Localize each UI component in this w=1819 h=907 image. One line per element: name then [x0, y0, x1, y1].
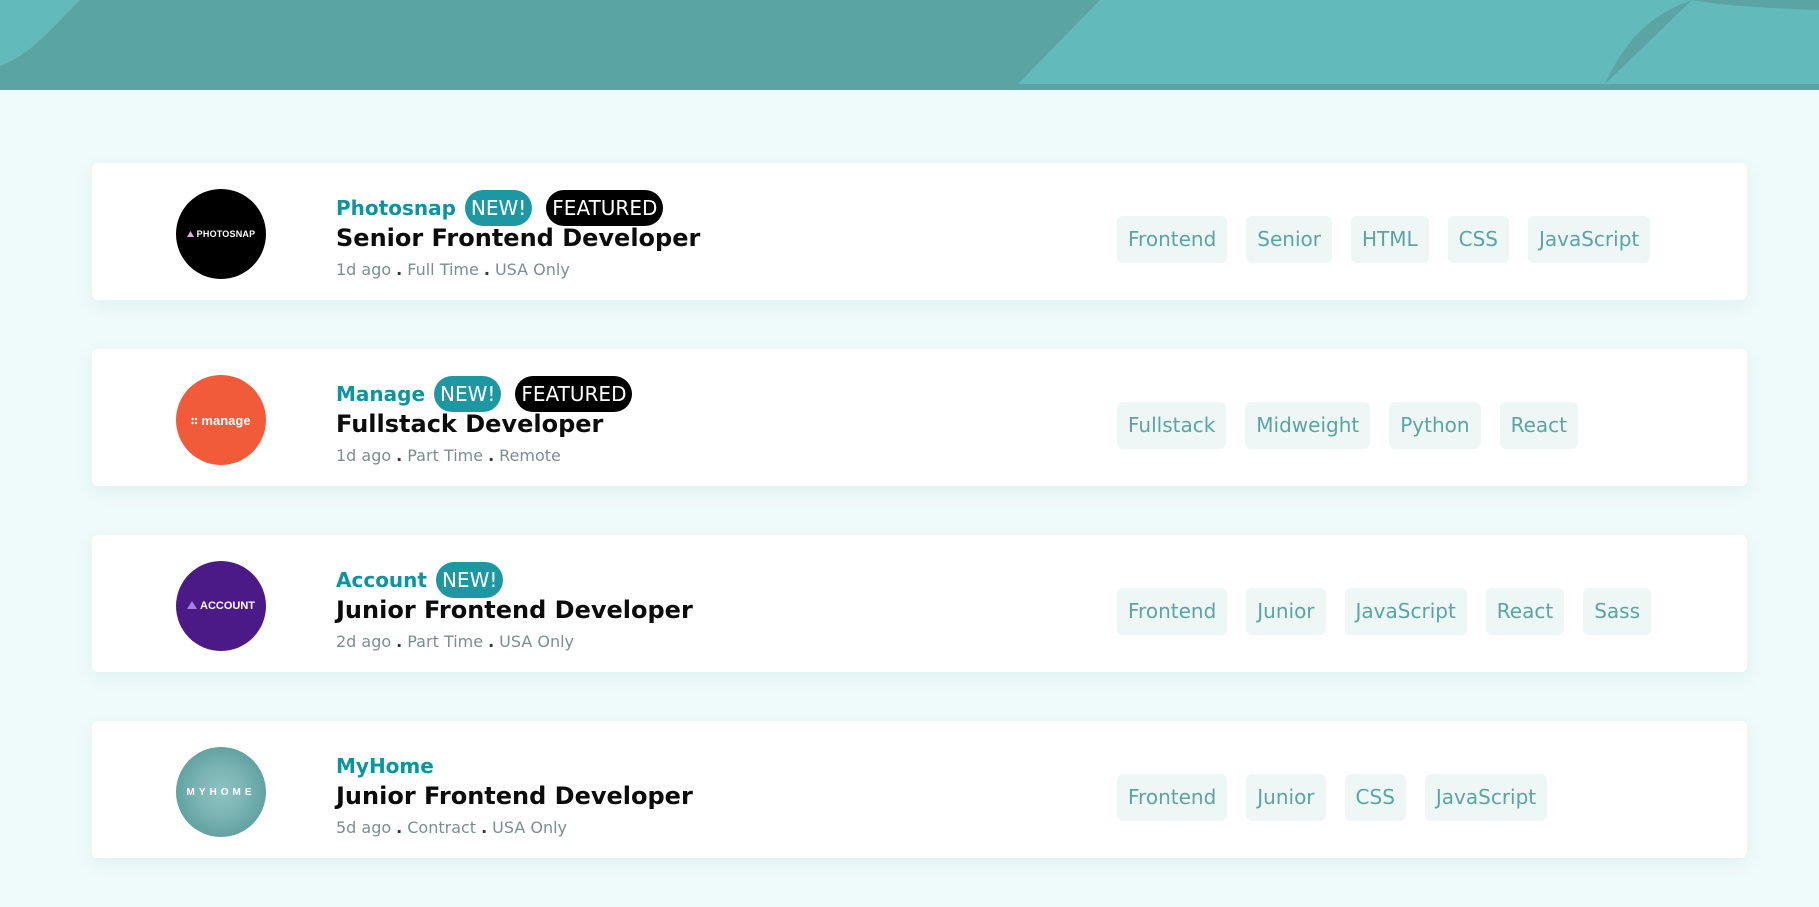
tag-filter-button[interactable]: JavaScript	[1527, 216, 1651, 263]
job-meta: 1d ago. Full Time. USA Only	[336, 260, 700, 279]
tag-filter-button[interactable]: Fullstack	[1117, 402, 1227, 449]
triangle-logo-icon	[186, 229, 194, 239]
job-card[interactable]: ACCOUNT Account NEW! Junior Frontend Dev…	[92, 535, 1747, 672]
new-badge: NEW!	[464, 190, 533, 226]
company-logo: manage	[176, 375, 266, 465]
tag-filter-button[interactable]: Frontend	[1117, 588, 1228, 635]
triangle-logo-icon	[187, 600, 197, 612]
posted-time: 2d ago	[336, 632, 392, 651]
company-logo: MYHOME	[176, 747, 266, 837]
job-header-row: Manage NEW! FEATURED	[336, 375, 646, 413]
separator-dot: .	[488, 632, 495, 651]
header-banner	[0, 0, 1819, 90]
tag-filter-button[interactable]: Junior	[1246, 774, 1326, 821]
job-card[interactable]: PHOTOSNAP Photosnap NEW! FEATURED Senior…	[92, 163, 1747, 300]
tag-filter-button[interactable]: JavaScript	[1424, 774, 1548, 821]
job-header-row: Account NEW!	[336, 561, 693, 599]
company-name[interactable]: MyHome	[336, 754, 434, 778]
company-logo: ACCOUNT	[176, 561, 266, 651]
job-header-row: MyHome	[336, 747, 693, 785]
job-tags: Frontend Junior JavaScript React Sass	[1117, 588, 1670, 635]
separator-dot: .	[481, 818, 488, 837]
contract-type: Contract	[407, 818, 477, 837]
job-title[interactable]: Fullstack Developer	[336, 410, 646, 438]
new-badge: NEW!	[435, 562, 504, 598]
job-tags: Frontend Senior HTML CSS JavaScript	[1117, 216, 1669, 263]
separator-dot: .	[483, 260, 490, 279]
dots-logo-icon	[191, 413, 198, 428]
job-meta: 1d ago. Part Time. Remote	[336, 446, 646, 465]
tag-filter-button[interactable]: Junior	[1246, 588, 1326, 635]
featured-badge: FEATURED	[515, 376, 633, 412]
job-title[interactable]: Junior Frontend Developer	[336, 782, 693, 810]
job-info: Account NEW! Junior Frontend Developer 2…	[336, 561, 693, 651]
separator-dot: .	[396, 446, 403, 465]
tag-filter-button[interactable]: JavaScript	[1344, 588, 1467, 635]
featured-badge: FEATURED	[546, 190, 664, 226]
new-badge: NEW!	[434, 376, 502, 412]
job-title[interactable]: Junior Frontend Developer	[336, 596, 693, 624]
tag-filter-button[interactable]: Midweight	[1245, 402, 1371, 449]
posted-time: 1d ago	[336, 260, 392, 279]
tag-filter-button[interactable]: Frontend	[1117, 216, 1228, 263]
tag-filter-button[interactable]: React	[1499, 402, 1578, 449]
job-meta: 2d ago. Part Time. USA Only	[336, 632, 693, 651]
job-card[interactable]: manage Manage NEW! FEATURED Fullstack De…	[92, 349, 1747, 486]
logo-text: ACCOUNT	[200, 600, 255, 612]
job-location: USA Only	[492, 818, 567, 837]
tag-filter-button[interactable]: React	[1485, 588, 1565, 635]
job-meta: 5d ago. Contract. USA Only	[336, 818, 693, 837]
job-tags: Frontend Junior CSS JavaScript	[1117, 774, 1566, 821]
separator-dot: .	[396, 818, 403, 837]
job-info: Photosnap NEW! FEATURED Senior Frontend …	[336, 189, 700, 279]
contract-type: Part Time	[407, 632, 484, 651]
logo-text: PHOTOSNAP	[196, 229, 256, 239]
logo-text: manage	[201, 412, 251, 428]
job-card[interactable]: MYHOME MyHome Junior Frontend Developer …	[92, 721, 1747, 858]
tag-filter-button[interactable]: CSS	[1447, 216, 1509, 263]
tag-filter-button[interactable]: Senior	[1246, 216, 1332, 263]
contract-type: Part Time	[407, 446, 484, 465]
company-name[interactable]: Photosnap	[336, 196, 456, 220]
contract-type: Full Time	[407, 260, 479, 279]
tag-filter-button[interactable]: CSS	[1344, 774, 1406, 821]
job-location: USA Only	[499, 632, 574, 651]
separator-dot: .	[488, 446, 495, 465]
separator-dot: .	[396, 260, 403, 279]
header-wave-pattern	[0, 0, 1819, 90]
company-logo: PHOTOSNAP	[176, 189, 266, 279]
tag-filter-button[interactable]: Sass	[1583, 588, 1651, 635]
job-title[interactable]: Senior Frontend Developer	[336, 224, 700, 252]
separator-dot: .	[396, 632, 403, 651]
tag-filter-button[interactable]: Frontend	[1117, 774, 1228, 821]
job-header-row: Photosnap NEW! FEATURED	[336, 189, 700, 227]
job-tags: Fullstack Midweight Python React	[1117, 402, 1597, 449]
job-location: USA Only	[494, 260, 570, 279]
tag-filter-button[interactable]: Python	[1389, 402, 1481, 449]
posted-time: 5d ago	[336, 818, 392, 837]
job-info: Manage NEW! FEATURED Fullstack Developer…	[336, 375, 646, 465]
logo-text: MYHOME	[186, 786, 256, 798]
company-name[interactable]: Account	[336, 568, 427, 592]
job-listings: PHOTOSNAP Photosnap NEW! FEATURED Senior…	[92, 163, 1747, 907]
job-location: Remote	[499, 446, 561, 465]
job-info: MyHome Junior Frontend Developer 5d ago.…	[336, 747, 693, 837]
posted-time: 1d ago	[336, 446, 392, 465]
company-name[interactable]: Manage	[336, 382, 425, 406]
tag-filter-button[interactable]: HTML	[1350, 216, 1429, 263]
